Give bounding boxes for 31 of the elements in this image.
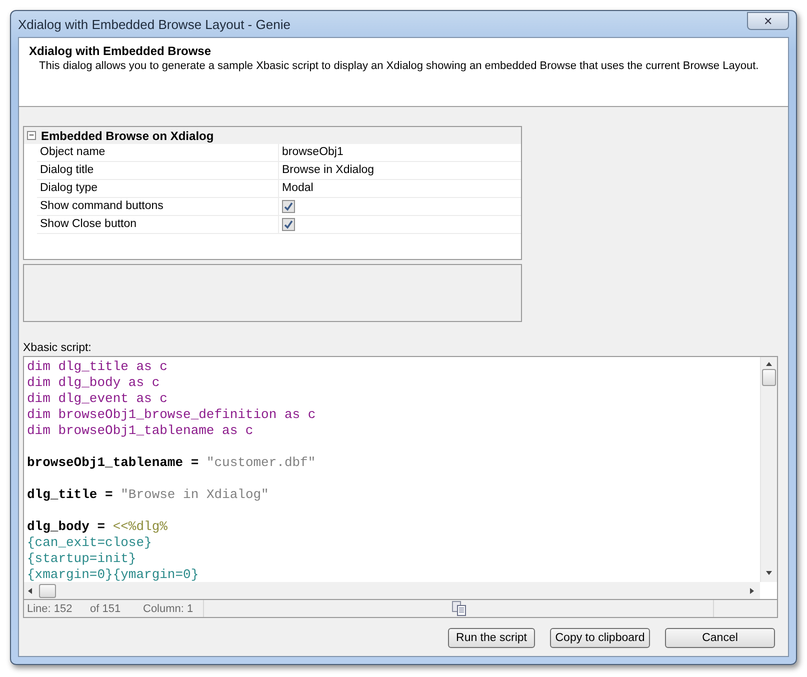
- scroll-thumb[interactable]: [762, 369, 776, 386]
- copy-icon[interactable]: [452, 601, 466, 616]
- collapse-toggle[interactable]: −: [27, 131, 36, 140]
- property-value[interactable]: Modal: [279, 180, 314, 197]
- column-indicator: Column: 1: [142, 602, 194, 614]
- checkbox[interactable]: [282, 200, 295, 213]
- horizontal-scrollbar[interactable]: [24, 582, 760, 599]
- dialog-button[interactable]: Run the script: [448, 628, 535, 648]
- header-description: This dialog allows you to generate a sample Xbasic script to display an Xdialog showing an embedded Browse that uses the current Browse Layout.: [39, 60, 759, 72]
- line-indicator: Line: 152: [26, 602, 74, 614]
- property-label: Show command buttons: [37, 198, 279, 215]
- dialog-button[interactable]: Copy to clipboard: [550, 628, 650, 648]
- window-title: Xdialog with Embedded Browse Layout - Genie: [18, 16, 290, 32]
- property-value[interactable]: browseObj1: [279, 144, 344, 161]
- close-button[interactable]: ✕: [747, 12, 789, 30]
- property-value[interactable]: Browse in Xdialog: [279, 162, 374, 179]
- dialog-button[interactable]: Cancel: [665, 628, 775, 648]
- property-label: Dialog type: [37, 180, 279, 197]
- up-arrow-icon[interactable]: [765, 361, 773, 369]
- property-label: Show Close button: [37, 216, 279, 233]
- category-label: Embedded Browse on Xdialog: [41, 128, 214, 142]
- header-title: Xdialog with Embedded Browse: [29, 44, 212, 58]
- left-arrow-icon[interactable]: [27, 586, 35, 594]
- scroll-thumb[interactable]: [39, 584, 56, 598]
- vertical-scrollbar[interactable]: [760, 357, 777, 582]
- line-count: of 151: [89, 602, 122, 614]
- property-label: Object name: [37, 144, 279, 161]
- checkbox[interactable]: [282, 218, 295, 231]
- script-label: Xbasic script:: [23, 342, 92, 354]
- script-editor[interactable]: dim dlg_title as c dim dlg_body as c dim dlg_event as c dim browseObj1_browse_definition as c dim browseObj1_tablename as c browseObj1_tablename = "customer.dbf" dlg_title = "Browse in Xdialog" dlg_body = <<%dlg% {can_exit=close} {startup=init} {xmargin=0}{ymargin=0}: [23, 356, 778, 600]
- property-label: Dialog title: [37, 162, 279, 179]
